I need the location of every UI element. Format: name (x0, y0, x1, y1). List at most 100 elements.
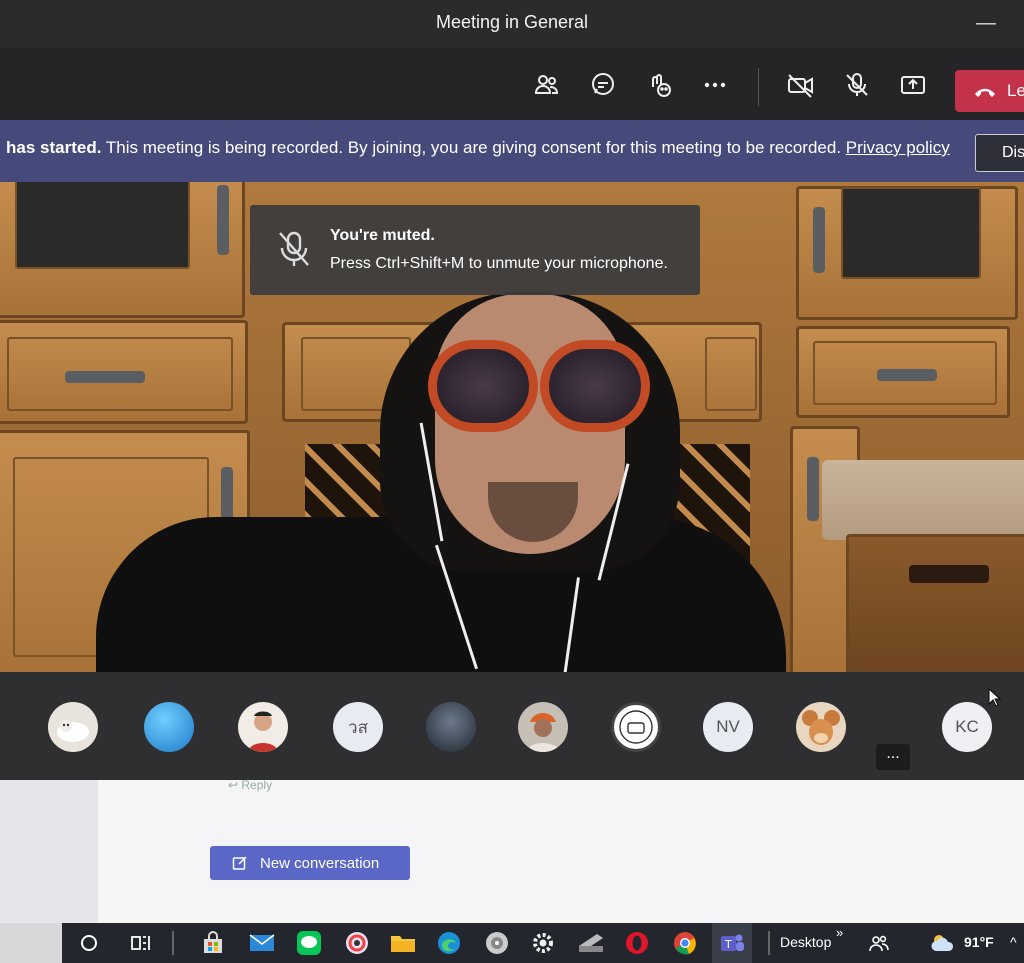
compose-icon (232, 856, 247, 870)
more-icon (704, 82, 726, 88)
participant-avatar[interactable] (518, 702, 568, 752)
opera-browser-icon (626, 932, 648, 954)
file-explorer-app[interactable] (388, 929, 418, 957)
mic-toggle-button[interactable] (840, 68, 874, 102)
panel-sidebar (0, 780, 98, 923)
weather-temperature: 91°F (964, 934, 994, 950)
chat-button[interactable] (586, 68, 620, 102)
leave-label: Le (1007, 81, 1024, 100)
participant-strip: วส NV KC ... (0, 672, 1024, 780)
participant-avatar-initials[interactable]: KC (942, 702, 992, 752)
mic-off-icon (846, 73, 868, 96)
share-icon (901, 76, 925, 94)
edge-app[interactable] (434, 929, 464, 957)
scanner-app[interactable] (576, 929, 606, 957)
share-button[interactable] (896, 68, 930, 102)
windows-taskbar: T Desktop » 91°F ^ (62, 923, 1024, 963)
people-button[interactable] (864, 929, 894, 957)
cabinet (0, 182, 245, 318)
folder-icon (391, 936, 415, 952)
reply-label: Reply (241, 778, 273, 792)
cat-photo-icon (57, 720, 89, 742)
participant-avatar[interactable] (238, 702, 288, 752)
reactions-button[interactable] (642, 68, 676, 102)
weather-widget[interactable] (928, 929, 958, 957)
privacy-policy-link[interactable]: Privacy policy (846, 138, 950, 157)
banner-text: has started. This meeting is being recor… (6, 138, 950, 158)
toast-title: You're muted. (330, 227, 435, 244)
new-conversation-button[interactable]: New conversation (210, 846, 410, 880)
cloud-sun-icon (931, 935, 954, 951)
teams-app[interactable]: T (712, 923, 752, 963)
participant-avatar[interactable] (796, 702, 846, 752)
person-photo-icon (526, 713, 560, 752)
mail-icon (249, 934, 275, 951)
sunglasses-left-lens (428, 340, 538, 432)
store-app[interactable] (198, 929, 228, 957)
participant-avatar[interactable] (611, 702, 661, 752)
sunglasses-right-lens (540, 340, 650, 432)
island-cabinet (846, 534, 1024, 672)
participant-avatar-initials[interactable]: วส (333, 702, 383, 752)
search-circle-icon (81, 935, 97, 951)
opera-app[interactable] (622, 929, 652, 957)
participant-initials: วส (348, 717, 368, 737)
media-app[interactable] (342, 929, 372, 957)
participants-icon (534, 75, 559, 94)
participant-initials: NV (716, 717, 740, 736)
recording-banner: has started. This meeting is being recor… (0, 120, 1024, 182)
minimize-button[interactable]: — (976, 12, 996, 35)
taskbar-divider (172, 931, 174, 955)
countertop (822, 460, 1024, 540)
window-title: Meeting in General (435, 12, 589, 32)
settings-app[interactable] (528, 929, 558, 957)
disc-icon (486, 932, 508, 954)
person-photo-icon (248, 711, 278, 752)
participant-avatar[interactable] (48, 702, 98, 752)
monitor-bezel (0, 923, 62, 963)
participant-avatar[interactable] (144, 702, 194, 752)
muted-notification: You're muted. Press Ctrl+Shift+M to unmu… (250, 205, 700, 295)
search-button[interactable] (74, 929, 104, 957)
reply-link[interactable]: ↩ Reply (228, 778, 272, 792)
channel-panel: ↩ Reply New conversation (0, 778, 1024, 923)
media-player-icon (346, 932, 368, 954)
reactions-icon (652, 74, 671, 97)
camera-toggle-button[interactable] (784, 68, 818, 102)
mail-app[interactable] (247, 929, 277, 957)
participants-button[interactable] (530, 68, 564, 102)
toast-body: Press Ctrl+Shift+M to unmute your microp… (330, 255, 668, 272)
task-view-icon (131, 936, 150, 950)
line-app[interactable] (294, 929, 324, 957)
mic-off-icon (279, 231, 309, 266)
more-participants-button[interactable]: ... (876, 744, 910, 770)
badge-logo-icon (619, 710, 653, 744)
banner-message: This meeting is being recorded. By joini… (105, 138, 842, 157)
teams-icon: T (721, 934, 744, 951)
mouse-cursor-icon (988, 688, 1002, 707)
dismiss-button[interactable]: Dis (975, 134, 1024, 172)
meeting-toolbar: Le (0, 48, 1024, 120)
participant-initials: KC (955, 717, 979, 736)
svg-text:T: T (724, 938, 732, 951)
tray-chevron-icon[interactable]: ^ (1010, 934, 1017, 950)
title-bar: Meeting in General — (0, 0, 1024, 48)
participant-avatar[interactable] (426, 702, 476, 752)
chrome-app[interactable] (670, 929, 700, 957)
leave-button[interactable]: Le (955, 70, 1024, 112)
more-actions-button[interactable] (698, 68, 732, 102)
taskbar-divider (768, 931, 770, 955)
chat-icon (592, 73, 614, 95)
cabinet-drawer-right (796, 326, 1010, 418)
new-conversation-label: New conversation (260, 854, 380, 872)
desktop-toolbar-label[interactable]: Desktop (780, 934, 831, 950)
store-icon (204, 931, 222, 953)
participant-avatar-initials[interactable]: NV (703, 702, 753, 752)
disc-app[interactable] (482, 929, 512, 957)
scanner-icon (579, 934, 603, 952)
cabinet-right (796, 186, 1018, 320)
camera-off-icon (788, 74, 813, 98)
gear-icon (533, 933, 553, 953)
task-view-button[interactable] (126, 929, 156, 957)
toolbar-overflow-chevron[interactable]: » (836, 925, 843, 940)
